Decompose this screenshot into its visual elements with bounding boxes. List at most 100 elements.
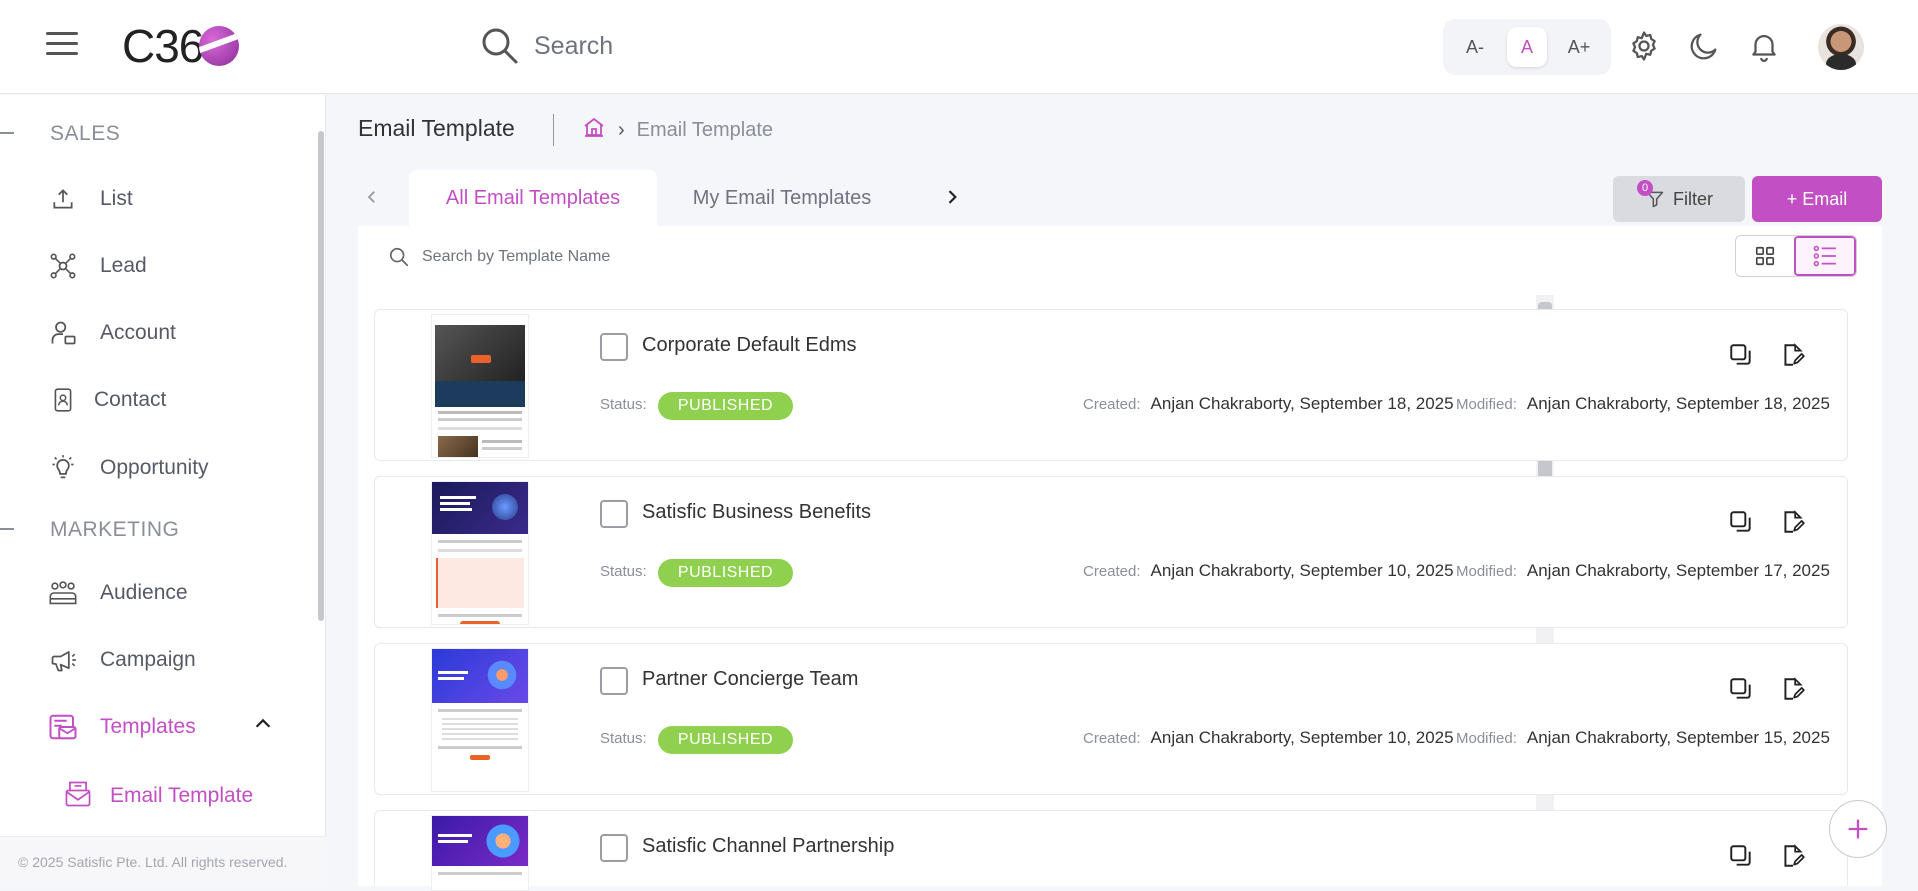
created-label: Created: — [1083, 730, 1141, 747]
tab-all-email-templates[interactable]: All Email Templates — [409, 170, 657, 226]
created-value: Anjan Chakraborty, September 18, 2025 — [1150, 394, 1454, 413]
add-email-button[interactable]: + Email — [1752, 176, 1882, 222]
section-divider — [0, 132, 14, 134]
template-checkbox[interactable] — [600, 834, 628, 862]
created-label: Created: — [1083, 396, 1141, 413]
dark-mode-moon-icon[interactable] — [1686, 28, 1722, 64]
edit-icon[interactable] — [1776, 505, 1810, 539]
created-info: Created: Anjan Chakraborty, September 10… — [1083, 728, 1454, 748]
global-search[interactable]: Search — [480, 24, 980, 68]
template-checkbox[interactable] — [600, 333, 628, 361]
sidebar-item-contact[interactable]: Contact — [48, 376, 308, 424]
breadcrumb-current: Email Template — [636, 118, 774, 141]
copy-icon[interactable] — [1724, 505, 1758, 539]
modified-value: Anjan Chakraborty, September 15, 2025 — [1526, 728, 1830, 747]
template-card[interactable]: Corporate Default Edms Status: PUBLISHED… — [374, 309, 1848, 461]
template-thumbnail[interactable] — [431, 815, 529, 891]
status-label: Status: — [600, 563, 647, 580]
list-view-icon[interactable] — [1794, 236, 1856, 276]
template-checkbox[interactable] — [600, 500, 628, 528]
tab-my-email-templates[interactable]: My Email Templates — [657, 170, 907, 226]
settings-gear-icon[interactable] — [1626, 28, 1662, 64]
lead-network-icon — [48, 251, 78, 281]
upload-icon — [48, 184, 78, 214]
megaphone-icon — [48, 645, 78, 675]
breadcrumb: › Email Template — [582, 115, 773, 145]
copy-icon[interactable] — [1724, 338, 1758, 372]
modified-value: Anjan Chakraborty, September 18, 2025 — [1526, 394, 1830, 413]
edit-icon[interactable] — [1776, 672, 1810, 706]
sidebar-item-audience[interactable]: Audience — [48, 569, 308, 617]
created-value: Anjan Chakraborty, September 10, 2025 — [1150, 561, 1454, 580]
template-thumbnail[interactable] — [431, 481, 529, 625]
breadcrumb-separator: › — [618, 118, 625, 141]
filter-label: Filter — [1673, 188, 1713, 209]
status-label: Status: — [600, 396, 647, 413]
chevron-up-icon[interactable] — [252, 713, 274, 740]
sidebar-item-label: Audience — [100, 581, 188, 604]
sidebar-item-campaign[interactable]: Campaign — [48, 636, 308, 684]
logo[interactable]: C36 — [122, 18, 240, 74]
modified-value: Anjan Chakraborty, September 17, 2025 — [1526, 561, 1830, 580]
sidebar-item-label: Contact — [94, 388, 167, 411]
created-info: Created: Anjan Chakraborty, September 10… — [1083, 561, 1454, 581]
sidebar-item-list[interactable]: List — [48, 175, 308, 223]
font-decrease-button[interactable]: A- — [1455, 27, 1495, 67]
status-label: Status: — [600, 730, 647, 747]
email-template-icon — [64, 779, 92, 814]
sidebar-item-account[interactable]: Account — [48, 309, 308, 357]
home-icon[interactable] — [582, 115, 606, 145]
floating-add-button[interactable] — [1829, 800, 1887, 858]
sidebar-item-label: Templates — [100, 715, 196, 738]
template-search-input[interactable]: Search by Template Name — [422, 248, 610, 266]
sidebar-item-lead[interactable]: Lead — [48, 242, 308, 290]
tab-scroll-left-icon[interactable] — [357, 182, 387, 212]
contact-icon — [48, 385, 78, 415]
template-name[interactable]: Satisfic Channel Partnership — [642, 835, 894, 858]
copy-icon[interactable] — [1724, 672, 1758, 706]
template-thumbnail[interactable] — [431, 314, 529, 458]
font-default-button[interactable]: A — [1507, 27, 1547, 67]
top-bar: C36 Search A- A A+ — [0, 0, 1918, 94]
template-card[interactable]: Partner Concierge Team Status: PUBLISHED… — [374, 643, 1848, 795]
filter-count-badge: 0 — [1637, 180, 1653, 196]
sidebar-item-label: Campaign — [100, 648, 196, 671]
user-avatar[interactable] — [1818, 24, 1864, 70]
sidebar-subitem-email-template[interactable]: Email Template — [64, 774, 253, 818]
sidebar-item-label: Account — [100, 321, 176, 344]
template-search[interactable]: Search by Template Name — [388, 246, 610, 268]
modified-info: Modified: Anjan Chakraborty, September 1… — [1456, 561, 1830, 581]
section-title-sales: SALES — [50, 122, 121, 145]
sidebar-item-label: Lead — [100, 254, 147, 277]
template-card[interactable]: Satisfic Channel Partnership — [374, 810, 1848, 891]
template-checkbox[interactable] — [600, 667, 628, 695]
notification-bell-icon[interactable] — [1746, 28, 1782, 64]
edit-icon[interactable] — [1776, 839, 1810, 873]
template-name[interactable]: Partner Concierge Team — [642, 668, 858, 691]
copy-icon[interactable] — [1724, 839, 1758, 873]
grid-view-icon[interactable] — [1736, 236, 1794, 276]
modified-label: Modified: — [1456, 563, 1517, 580]
sidebar-item-label: List — [100, 187, 133, 210]
search-input[interactable]: Search — [534, 32, 613, 61]
search-icon — [389, 247, 409, 267]
sidebar: SALES List Lead Account Contact Opportun… — [0, 95, 326, 886]
template-name[interactable]: Satisfic Business Benefits — [642, 501, 871, 524]
template-thumbnail[interactable] — [431, 648, 529, 792]
template-card[interactable]: Satisfic Business Benefits Status: PUBLI… — [374, 476, 1848, 628]
menu-icon[interactable] — [46, 32, 78, 58]
sidebar-scrollbar[interactable] — [318, 131, 324, 621]
edit-icon[interactable] — [1776, 338, 1810, 372]
font-increase-button[interactable]: A+ — [1559, 27, 1599, 67]
filter-button[interactable]: 0 Filter — [1613, 176, 1745, 222]
template-name[interactable]: Corporate Default Edms — [642, 334, 857, 357]
tab-scroll-right-icon[interactable] — [937, 182, 967, 212]
sidebar-item-opportunity[interactable]: Opportunity — [48, 444, 308, 492]
modified-info: Modified: Anjan Chakraborty, September 1… — [1456, 394, 1830, 414]
audience-icon — [48, 578, 78, 608]
templates-icon — [48, 712, 78, 742]
account-icon — [48, 318, 78, 348]
section-divider — [0, 528, 14, 530]
status-badge: PUBLISHED — [658, 559, 793, 587]
plus-icon — [1848, 819, 1868, 839]
